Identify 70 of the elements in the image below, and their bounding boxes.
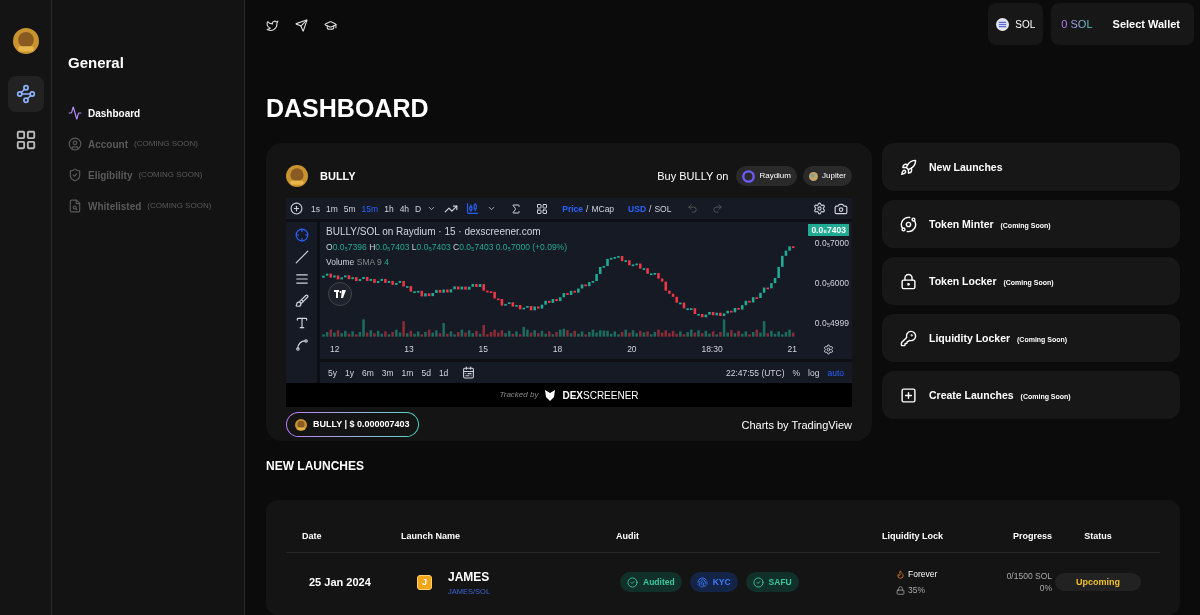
lock-duration: Forever (896, 568, 962, 581)
interval-tab[interactable]: D (415, 202, 422, 216)
exchange-button[interactable]: Raydium (736, 166, 797, 187)
time-axis-label: 13 (404, 343, 414, 356)
interval-tab[interactable]: 5m (343, 202, 356, 216)
range-button[interactable]: 1m (401, 366, 414, 380)
time-axis-label: 20 (627, 343, 637, 356)
price-axis-label: 0.0₅4999 (814, 316, 849, 330)
token-name: BULLY (320, 169, 356, 185)
select-wallet-button[interactable]: Select Wallet (1112, 15, 1180, 33)
range-button[interactable]: 3m (381, 366, 394, 380)
range-button[interactable]: 6m (361, 366, 374, 380)
range-button[interactable]: 5d (421, 366, 431, 380)
page-title: DASHBOARD (266, 96, 430, 122)
toggle-option[interactable]: MCap (591, 202, 615, 216)
volume-readout: Volume SMA 9 4 (326, 256, 389, 269)
interval-tab[interactable]: 1m (326, 202, 338, 216)
sidebar-item[interactable]: Dashboard (68, 104, 244, 122)
exchange-button[interactable]: Jupiter (803, 166, 852, 187)
price-axis-label: 0.0₅7000 (814, 237, 849, 251)
column-header: Status (1083, 529, 1113, 543)
range-button[interactable]: 1d (438, 366, 449, 380)
column-header: Launch Name (401, 529, 461, 543)
interval-tab[interactable]: 1s (311, 202, 320, 216)
token-logo: J (417, 574, 432, 590)
network-button[interactable]: SOL (988, 3, 1044, 46)
price-tag: 0.0₅7403 (808, 224, 849, 237)
chart-credit: Charts by TradingView (741, 417, 852, 433)
scale-toggle[interactable]: auto (827, 366, 844, 380)
launch-name: JAMES (448, 568, 491, 586)
separator-text: / (586, 202, 589, 216)
date-cell-text: 25 Jan 2024 (308, 575, 372, 591)
toggle-option[interactable]: SOL (654, 202, 672, 216)
scale-toggle[interactable]: log (808, 366, 820, 380)
audit-badge: Audited (620, 572, 682, 593)
time-axis-label: 18:30 (701, 343, 723, 356)
legend-title: BULLY/SOL on Raydium · 15 · dexscreener.com (326, 225, 541, 240)
separator-text: / (649, 202, 652, 216)
price-axis-label: 0.0₅6000 (814, 277, 849, 290)
interval-tab[interactable]: 1h (384, 202, 394, 216)
time-axis-label: 15 (478, 343, 489, 356)
interval-tab[interactable]: 4h (399, 202, 410, 216)
status-badge: Upcoming (1055, 573, 1141, 592)
scale-toggle[interactable]: % (792, 366, 801, 380)
toggle-option[interactable]: USD (628, 202, 647, 216)
range-button[interactable]: 5y (328, 366, 337, 380)
column-header: Audit (616, 529, 640, 543)
price-text: BULLY | $ 0.000007403 (313, 418, 410, 432)
progress-percent: 0% (1039, 582, 1052, 596)
lock-percent: 35% (896, 583, 962, 597)
buy-label: Buy BULLY on (657, 169, 729, 185)
sidebar-title: General (68, 53, 125, 73)
brand-name: DEXSCREENER (562, 388, 639, 403)
audit-badge: SAFU (745, 572, 799, 593)
interval-tab[interactable]: 15m (361, 202, 379, 216)
action-card[interactable]: New Launches (882, 143, 1180, 192)
column-header: Liquidity Lock (881, 529, 944, 543)
toggle-option[interactable]: Price (562, 202, 584, 216)
column-header: Progress (1011, 529, 1052, 543)
clock-readout: 22:47:55 (UTC) (725, 366, 785, 380)
progress-amount: 0/1500 SOL (1006, 569, 1052, 583)
section-title: NEW LAUNCHES (266, 458, 365, 476)
range-button[interactable]: 1y (345, 366, 354, 380)
tracked-by-text: Tracked by (499, 389, 539, 402)
time-axis-label: 12 (330, 343, 340, 356)
time-axis-label: 18 (552, 343, 563, 356)
column-header: Date (302, 529, 323, 543)
time-axis-label: 21 (787, 343, 797, 356)
ohlc-readout: O0.0₅7396 H0.0₅7403 L0.0₅7403 C0.0₅7403 0.0₅7000 (+0.09%) (326, 241, 567, 255)
audit-badge: KYC (689, 572, 738, 593)
